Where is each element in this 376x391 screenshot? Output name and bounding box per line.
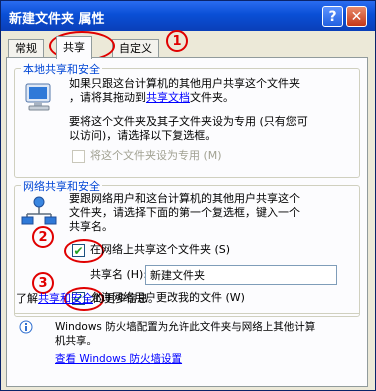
- callout-1: 1: [166, 30, 188, 52]
- private-text-line2: 以访问)，请选择以下复选框。: [69, 129, 217, 142]
- tab-general[interactable]: 常规: [8, 39, 44, 58]
- shared-docs-link[interactable]: 共享文档: [146, 91, 190, 104]
- private-checkbox-label: 将这个文件夹设为专用 (M): [90, 149, 222, 162]
- local-sharing-legend: 本地共享和安全: [21, 61, 102, 77]
- local-text-line2-pre: ，请将其拖动到: [69, 91, 146, 104]
- divider: [15, 313, 359, 314]
- network-text-line3: 共享名。: [69, 220, 113, 233]
- share-name-input[interactable]: [145, 265, 337, 285]
- sharing-security-link[interactable]: 共享和安全: [38, 292, 93, 305]
- computer-icon: [25, 83, 51, 111]
- local-text-line1: 如果只跟这台计算机的其他用户共享这个文件夹: [69, 77, 300, 90]
- info-icon: [19, 320, 33, 334]
- help-button[interactable]: ?: [322, 6, 343, 27]
- callout-2: 2: [32, 226, 54, 248]
- callout-3: 3: [32, 272, 54, 294]
- tab-customize[interactable]: 自定义: [112, 39, 159, 58]
- close-button[interactable]: ✕: [346, 6, 367, 27]
- network-text-line2: 文件夹，请选择下面的第一个复选框，键入一个: [69, 206, 300, 219]
- tab-sharing[interactable]: 共享: [56, 36, 92, 59]
- private-text-line1: 要将这个文件夹及其子文件夹设为专用 (只有您可: [69, 115, 308, 128]
- private-checkbox[interactable]: [72, 150, 85, 163]
- firewall-text-line2: 机共享。: [55, 335, 97, 347]
- firewall-text-line1: Windows 防火墙配置为允许此文件夹与网络上其他计算: [55, 321, 316, 333]
- learn-more-line: 了解共享和安全的更多信息。: [16, 292, 159, 306]
- local-sharing-group: 本地共享和安全 如果只跟这台计算机的其他用户共享这个文件夹 ，请将其拖动到共享文…: [14, 61, 360, 178]
- network-icon: [21, 196, 57, 225]
- share-on-network-label: 在网络上共享这个文件夹 (S): [90, 243, 231, 256]
- properties-dialog: 新建文件夹 属性 ? ✕ 常规 共享 自定义 1 本地共享和安全 如果只跟这台计…: [0, 0, 376, 391]
- sharing-panel: 本地共享和安全 如果只跟这台计算机的其他用户共享这个文件夹 ，请将其拖动到共享文…: [6, 57, 368, 387]
- local-text-line2-post: 文件夹。: [190, 91, 234, 104]
- share-name-label: 共享名 (H):: [90, 268, 148, 281]
- local-text-line2: ，请将其拖动到共享文档文件夹。: [69, 91, 234, 105]
- network-text-line1: 要跟网络用户和这台计算机的其他用户共享这个: [69, 192, 300, 205]
- learn-more-post: 的更多信息。: [93, 292, 159, 305]
- share-on-network-checkbox[interactable]: ✔: [72, 244, 85, 257]
- window-title: 新建文件夹 属性: [9, 12, 105, 27]
- firewall-settings-link[interactable]: 查看 Windows 防火墙设置: [55, 352, 182, 366]
- title-bar[interactable]: 新建文件夹 属性 ? ✕: [1, 1, 375, 31]
- learn-more-pre: 了解: [16, 292, 38, 305]
